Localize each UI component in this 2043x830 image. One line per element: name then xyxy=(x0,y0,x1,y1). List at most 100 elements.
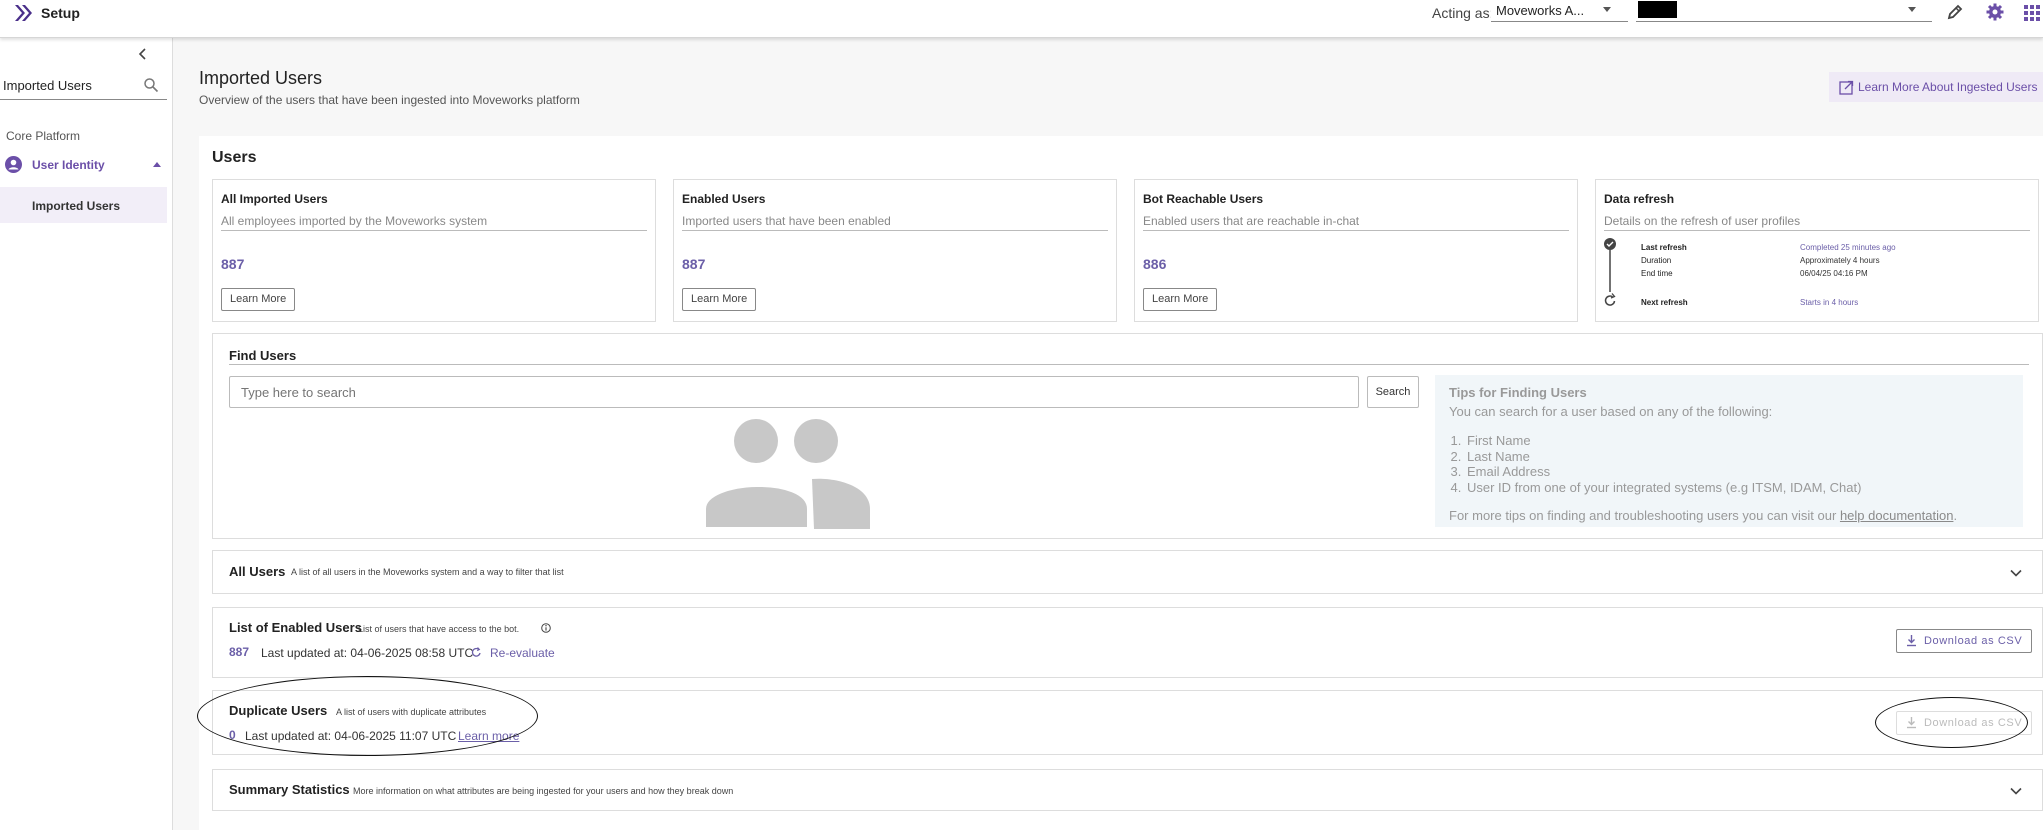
find-users-panel: Find Users Search Tips for Finding Users… xyxy=(212,333,2043,539)
find-users-heading: Find Users xyxy=(229,348,297,363)
duplicate-users-title: Duplicate Users xyxy=(229,703,328,718)
help-documentation-link[interactable]: help documentation xyxy=(1840,508,1953,523)
duplicate-users-description: A list of users with duplicate attribute… xyxy=(336,707,487,717)
summary-statistics-description: More information on what attributes are … xyxy=(353,786,734,796)
chevron-down-icon xyxy=(1908,7,1916,12)
enabled-count: 887 xyxy=(229,645,250,659)
edit-icon[interactable] xyxy=(1945,2,1965,22)
learn-more-ingested-link[interactable]: Learn More About Ingested Users xyxy=(1829,72,2043,102)
tips-intro: You can search for a user based on any o… xyxy=(1449,404,1773,419)
summary-statistics-section[interactable]: Summary Statistics More information on w… xyxy=(212,769,2043,811)
card-value: 887 xyxy=(682,256,706,272)
download-icon xyxy=(1907,635,1916,647)
card-all-imported-users: All Imported Users All employees importe… xyxy=(212,179,656,322)
all-users-description: A list of all users in the Moveworks sys… xyxy=(291,567,564,577)
all-users-section[interactable]: All Users A list of all users in the Mov… xyxy=(212,550,2043,594)
sidebar-search xyxy=(0,72,167,100)
top-bar: Setup Acting as: Moveworks A... xyxy=(0,0,2043,38)
card-title: Data refresh xyxy=(1604,192,1675,206)
download-enabled-csv-button[interactable]: Download as CSV xyxy=(1896,629,2032,653)
download-icon xyxy=(1907,717,1916,729)
learn-more-link[interactable]: Learn more xyxy=(458,729,519,743)
redacted-block xyxy=(1638,1,1677,18)
download-csv-label: Download as CSV xyxy=(1924,717,2023,729)
chevron-left-icon[interactable] xyxy=(135,46,151,62)
card-data-refresh: Data refresh Details on the refresh of u… xyxy=(1595,179,2039,322)
content-panel: Users All Imported Users All employees i… xyxy=(199,136,2043,830)
divider xyxy=(229,364,2029,365)
tips-end: . xyxy=(1953,508,1958,523)
search-tips-panel: Tips for Finding Users You can search fo… xyxy=(1435,375,2023,527)
card-value: 887 xyxy=(221,256,245,272)
org-select[interactable] xyxy=(1636,0,1932,22)
page-subtitle: Overview of the users that have been ing… xyxy=(199,93,580,107)
tips-more: For more tips on finding and troubleshoo… xyxy=(1449,508,2009,523)
card-description: Enabled users that are reachable in-chat xyxy=(1143,214,1569,231)
acting-as-value: Moveworks A... xyxy=(1496,3,1585,18)
card-description: All employees imported by the Moveworks … xyxy=(221,214,647,231)
enabled-last-updated: Last updated at: 04-06-2025 08:58 UTC xyxy=(261,646,474,660)
user-circle-icon xyxy=(5,156,22,173)
learn-more-button[interactable]: Learn More xyxy=(682,288,757,311)
user-search-input[interactable] xyxy=(229,376,1359,408)
duration-label: Duration xyxy=(1641,256,1672,265)
apps-grid-icon[interactable] xyxy=(2023,2,2043,22)
acting-as-select[interactable]: Moveworks A... xyxy=(1491,0,1628,22)
sidebar-section-label: Core Platform xyxy=(6,129,81,143)
page-title: Imported Users xyxy=(199,68,323,88)
gear-icon[interactable] xyxy=(1985,2,2005,22)
summary-statistics-title: Summary Statistics xyxy=(229,782,350,797)
all-users-title: All Users xyxy=(229,564,286,579)
sidebar-search-input[interactable] xyxy=(0,72,130,98)
learn-more-button[interactable]: Learn More xyxy=(1143,288,1218,311)
download-csv-label: Download as CSV xyxy=(1924,635,2023,647)
tips-list-item: Email Address xyxy=(1465,464,2009,480)
next-refresh-value: Starts in 4 hours xyxy=(1800,298,1859,307)
card-description: Imported users that have been enabled xyxy=(682,214,1108,231)
chevron-up-icon xyxy=(153,162,161,167)
learn-more-button[interactable]: Learn More xyxy=(221,288,296,311)
download-duplicates-csv-button[interactable]: Download as CSV xyxy=(1896,711,2032,735)
refresh-icon[interactable] xyxy=(471,647,482,658)
external-link-icon xyxy=(1839,81,1854,95)
search-icon[interactable] xyxy=(143,77,159,93)
chevron-down-icon[interactable] xyxy=(2010,787,2022,795)
tips-list: First Name Last Name Email Address User … xyxy=(1449,433,2009,495)
tips-more-text: For more tips on finding and troubleshoo… xyxy=(1449,508,1837,523)
sidebar-group-label: User Identity xyxy=(32,158,105,172)
sidebar-group-user-identity[interactable]: User Identity xyxy=(0,153,167,177)
card-enabled-users: Enabled Users Imported users that have b… xyxy=(673,179,1117,322)
duration-value: Approximately 4 hours xyxy=(1800,256,1880,265)
search-button[interactable]: Search xyxy=(1367,376,1419,408)
chevron-down-icon[interactable] xyxy=(2010,569,2022,577)
acting-as-label: Acting as: xyxy=(1432,5,1494,21)
card-title: Enabled Users xyxy=(682,192,766,206)
sidebar: Core Platform User Identity Imported Use… xyxy=(0,38,173,830)
tips-list-item: First Name xyxy=(1465,433,2009,449)
card-value: 886 xyxy=(1143,256,1167,272)
card-description: Details on the refresh of user profiles xyxy=(1604,214,2030,231)
duplicate-last-updated: Last updated at: 04-06-2025 11:07 UTC xyxy=(245,729,457,743)
main-area: Imported Users Overview of the users tha… xyxy=(173,38,2043,830)
next-refresh-label: Next refresh xyxy=(1641,298,1688,307)
learn-more-ingested-label: Learn More About Ingested Users xyxy=(1858,80,2038,94)
card-title: Bot Reachable Users xyxy=(1143,192,1264,206)
last-refresh-value: Completed 25 minutes ago xyxy=(1800,243,1896,252)
sidebar-item-imported-users[interactable]: Imported Users xyxy=(0,187,167,223)
card-title: All Imported Users xyxy=(221,192,328,206)
moveworks-logo-icon xyxy=(15,5,32,21)
last-refresh-label: Last refresh xyxy=(1641,243,1687,252)
users-heading: Users xyxy=(212,149,257,166)
info-icon[interactable] xyxy=(541,623,551,633)
users-placeholder-icon xyxy=(704,419,870,529)
enabled-list-title: List of Enabled Users xyxy=(229,620,362,635)
duplicate-count: 0 xyxy=(229,728,236,742)
chevron-down-icon xyxy=(1603,7,1611,12)
tips-list-item: User ID from one of your integrated syst… xyxy=(1465,480,2009,496)
tips-list-item: Last Name xyxy=(1465,449,2009,465)
enabled-list-description: List of users that have access to the bo… xyxy=(358,624,520,634)
enabled-users-list-section: List of Enabled Users List of users that… xyxy=(212,607,2043,678)
refresh-timeline-icon xyxy=(1604,238,1616,306)
re-evaluate-link[interactable]: Re-evaluate xyxy=(490,646,555,660)
card-bot-reachable-users: Bot Reachable Users Enabled users that a… xyxy=(1134,179,1578,322)
